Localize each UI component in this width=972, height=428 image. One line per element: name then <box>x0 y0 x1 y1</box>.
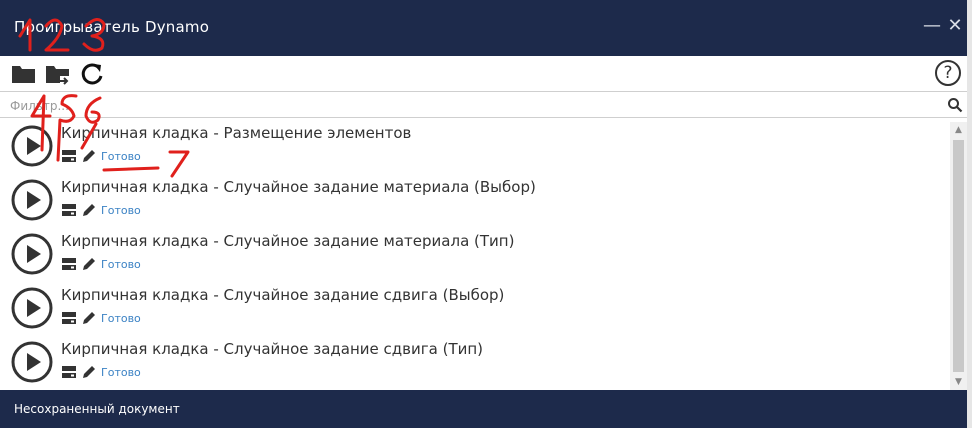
play-icon[interactable] <box>11 287 53 329</box>
graph-status[interactable]: Готово <box>101 204 141 217</box>
play-icon[interactable] <box>11 233 53 275</box>
graph-name: Кирпичная кладка - Случайное задание сдв… <box>61 286 505 304</box>
dynamo-player-window: Проигрыватель Dynamo — ✕ ? Кирпи <box>0 0 967 428</box>
pencil-icon[interactable] <box>81 202 97 218</box>
graph-name: Кирпичная кладка - Размещение элементов <box>61 124 412 142</box>
graph-item: Кирпичная кладка - Случайное задание мат… <box>0 230 950 284</box>
pencil-icon[interactable] <box>81 364 97 380</box>
play-icon[interactable] <box>11 341 53 383</box>
window-title: Проигрыватель Dynamo <box>14 18 210 36</box>
inputs-icon[interactable] <box>61 148 77 164</box>
inputs-icon[interactable] <box>61 310 77 326</box>
scrollbar-thumb[interactable] <box>953 140 964 372</box>
title-bar: Проигрыватель Dynamo — ✕ <box>0 0 967 56</box>
pencil-icon[interactable] <box>81 148 97 164</box>
minimize-button[interactable]: — <box>922 14 942 38</box>
toolbar <box>0 56 967 92</box>
graph-status[interactable]: Готово <box>101 150 141 163</box>
document-status: Несохраненный документ <box>14 402 180 416</box>
search-icon[interactable] <box>947 97 963 113</box>
inputs-icon[interactable] <box>61 202 77 218</box>
folder-arrow-icon[interactable] <box>44 60 72 88</box>
close-button[interactable]: ✕ <box>945 14 965 38</box>
vertical-scrollbar[interactable]: ▲ ▼ <box>950 122 967 390</box>
graph-name: Кирпичная кладка - Случайное задание мат… <box>61 178 536 196</box>
scroll-down-icon[interactable]: ▼ <box>950 374 967 390</box>
scroll-up-icon[interactable]: ▲ <box>950 122 967 138</box>
graph-status[interactable]: Готово <box>101 312 141 325</box>
inputs-icon[interactable] <box>61 364 77 380</box>
filter-bar <box>0 91 967 118</box>
graph-item: Кирпичная кладка - Случайное задание мат… <box>0 176 950 230</box>
graph-item: Кирпичная кладка - Случайное задание сдв… <box>0 284 950 338</box>
pencil-icon[interactable] <box>81 256 97 272</box>
graph-status[interactable]: Готово <box>101 258 141 271</box>
graph-item: Кирпичная кладка - Случайное задание сдв… <box>0 338 950 390</box>
filter-input[interactable] <box>8 95 932 116</box>
refresh-icon[interactable] <box>78 60 106 88</box>
play-icon[interactable] <box>11 179 53 221</box>
pencil-icon[interactable] <box>81 310 97 326</box>
graph-item: Кирпичная кладка - Размещение элементов … <box>0 122 950 176</box>
help-button[interactable]: ? <box>935 60 961 86</box>
inputs-icon[interactable] <box>61 256 77 272</box>
folder-icon[interactable] <box>10 60 38 88</box>
play-icon[interactable] <box>11 125 53 167</box>
graph-name: Кирпичная кладка - Случайное задание мат… <box>61 232 515 250</box>
graph-status[interactable]: Готово <box>101 366 141 379</box>
graph-name: Кирпичная кладка - Случайное задание сдв… <box>61 340 484 358</box>
status-bar: Несохраненный документ <box>0 390 967 428</box>
background-strip <box>967 0 972 428</box>
graph-list: Кирпичная кладка - Размещение элементов … <box>0 122 950 390</box>
